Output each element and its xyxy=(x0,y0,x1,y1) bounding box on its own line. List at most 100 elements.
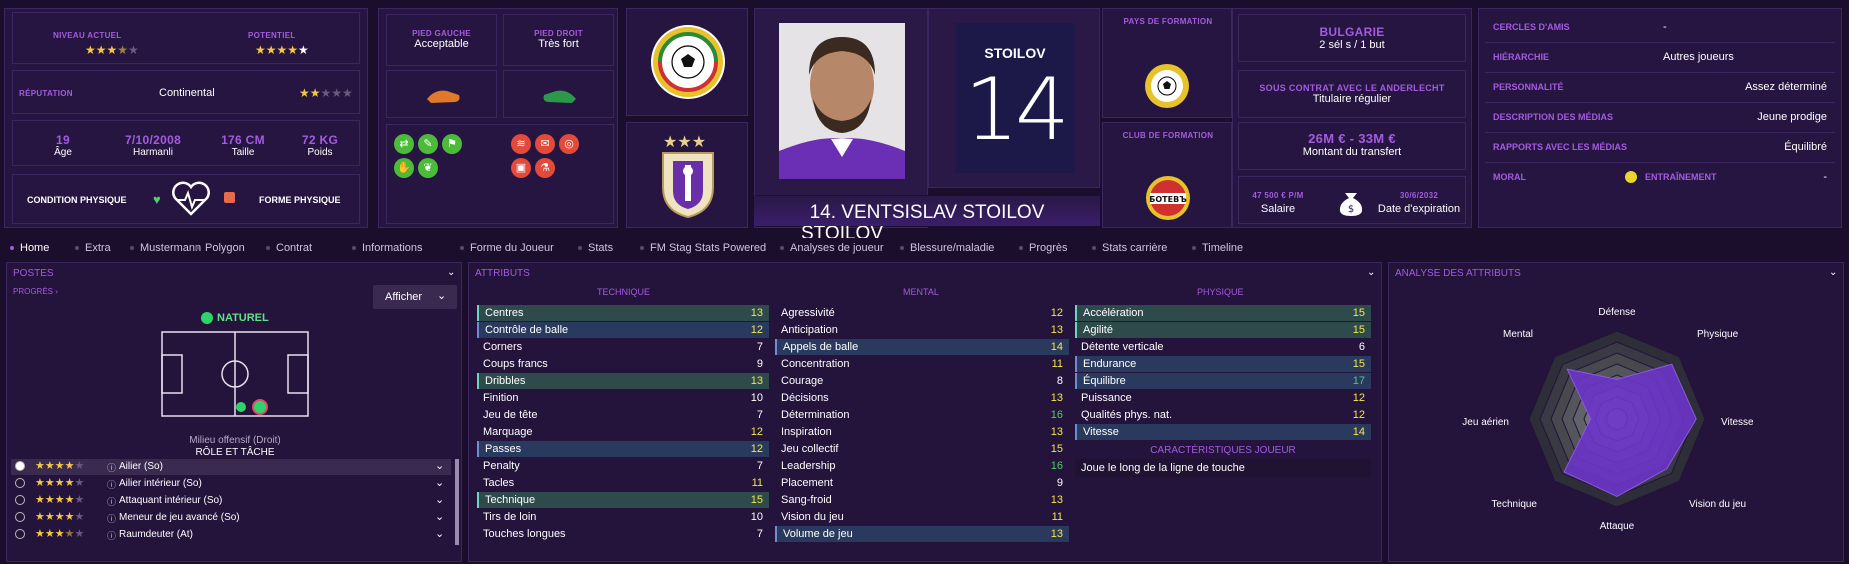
position-dot-natural[interactable] xyxy=(252,399,268,415)
pied-droit-label: PIED DROIT xyxy=(534,29,583,38)
trait-boot-icon[interactable]: ✎ xyxy=(418,134,438,154)
role-radio[interactable] xyxy=(15,478,25,488)
attribute-row[interactable]: Coups francs 9 xyxy=(477,356,769,372)
attribute-value: 7 xyxy=(756,528,763,540)
tab-dot-icon xyxy=(195,246,199,251)
attribute-row[interactable]: Tacles 11 xyxy=(477,475,769,491)
attribute-row[interactable]: Équilibre 17 xyxy=(1075,373,1371,389)
trait-hand-icon[interactable]: ✋ xyxy=(394,158,414,178)
progres-link[interactable]: PROGRÈS › xyxy=(13,287,58,296)
tab-informations[interactable]: Informations xyxy=(352,242,423,254)
attribute-row[interactable]: Concentration 11 xyxy=(775,356,1069,372)
role-chevron-icon[interactable]: ⌄ xyxy=(435,476,444,489)
pays-formation-logo xyxy=(1145,64,1189,108)
trait-dribble-icon[interactable]: ⇄ xyxy=(394,134,414,154)
attribute-row[interactable]: Agilité 15 xyxy=(1075,322,1371,338)
attribute-row[interactable]: Tirs de loin 10 xyxy=(477,509,769,525)
role-row[interactable]: ★★★★★ ⓘ Attaquant intérieur (So) ⌄ xyxy=(11,493,451,509)
trait-briefcase-icon[interactable]: ▣ xyxy=(511,158,531,178)
attribute-row[interactable]: Accélération 15 xyxy=(1075,305,1371,321)
trait-chat-icon[interactable]: ✉ xyxy=(535,134,555,154)
trait-zigzag-icon[interactable]: ≋ xyxy=(511,134,531,154)
attribute-row[interactable]: Décisions 13 xyxy=(775,390,1069,406)
bulgarian-federation-logo xyxy=(651,25,725,99)
role-row[interactable]: ★★★★★ ⓘ Ailier intérieur (So) ⌄ xyxy=(11,476,451,492)
attribute-row[interactable]: Endurance 15 xyxy=(1075,356,1371,372)
attribute-name: Finition xyxy=(483,392,519,404)
attribute-row[interactable]: Corners 7 xyxy=(477,339,769,355)
attribute-row[interactable]: Vitesse 14 xyxy=(1075,424,1371,440)
pitch-diagram[interactable] xyxy=(161,331,309,419)
attribute-row[interactable]: Volume de jeu 13 xyxy=(775,526,1069,542)
chevron-down-icon[interactable]: ⌄ xyxy=(447,267,455,278)
tab-blessure-maladie[interactable]: Blessure/maladie xyxy=(900,242,994,254)
attribute-row[interactable]: Anticipation 13 xyxy=(775,322,1069,338)
role-row[interactable]: ★★★★★ ⓘ Meneur de jeu avancé (So) ⌄ xyxy=(11,510,451,526)
attribute-row[interactable]: Détermination 16 xyxy=(775,407,1069,423)
role-radio[interactable] xyxy=(15,512,25,522)
tab-home[interactable]: Home xyxy=(10,242,49,254)
attribute-row[interactable]: Dribbles 13 xyxy=(477,373,769,389)
attribute-row[interactable]: Détente verticale 6 xyxy=(1075,339,1371,355)
role-radio[interactable] xyxy=(15,529,25,539)
position-dot-alt[interactable] xyxy=(236,402,246,412)
afficher-button[interactable]: Afficher ⌄ xyxy=(373,285,457,309)
attribute-row[interactable]: Jeu de tête 7 xyxy=(477,407,769,423)
attribute-name: Leadership xyxy=(781,460,836,472)
tab-forme-du-joueur[interactable]: Forme du Joueur xyxy=(460,242,554,254)
attribute-row[interactable]: Penalty 7 xyxy=(477,458,769,474)
attribute-row[interactable]: Sang-froid 13 xyxy=(775,492,1069,508)
role-radio[interactable] xyxy=(15,461,25,471)
potentiel-stars: ★★★★★ xyxy=(255,43,309,57)
attribute-row[interactable]: Appels de balle 14 xyxy=(775,339,1069,355)
attribute-row[interactable]: Vision du jeu 11 xyxy=(775,509,1069,525)
role-row[interactable]: ★★★★★ ⓘ Raumdeuter (At) ⌄ xyxy=(11,527,451,543)
roles-scrollbar[interactable] xyxy=(455,459,459,545)
attribute-value: 16 xyxy=(1050,409,1063,421)
trait-flag-icon[interactable]: ⚑ xyxy=(442,134,462,154)
tab-progr-s[interactable]: Progrès xyxy=(1019,242,1068,254)
attribute-row[interactable]: Marquage 12 xyxy=(477,424,769,440)
attribute-row[interactable]: Puissance 12 xyxy=(1075,390,1371,406)
attribute-name: Marquage xyxy=(483,426,533,438)
attribute-value: 13 xyxy=(1050,528,1063,540)
tab-dot-icon xyxy=(352,246,356,251)
tab-mustermann[interactable]: Mustermann xyxy=(130,242,201,254)
tab-polygon[interactable]: Polygon xyxy=(195,242,245,254)
tab-contrat[interactable]: Contrat xyxy=(266,242,312,254)
attribute-row[interactable]: Passes 12 xyxy=(477,441,769,457)
tab-stats-carri-re[interactable]: Stats carrière xyxy=(1092,242,1167,254)
trait-target-icon[interactable]: ◎ xyxy=(559,134,579,154)
tab-analyses-de-joueur[interactable]: Analyses de joueur xyxy=(780,242,884,254)
trait-leaf-icon[interactable]: ❦ xyxy=(418,158,438,178)
attribute-row[interactable]: Technique 15 xyxy=(477,492,769,508)
role-name: Raumdeuter (At) xyxy=(119,529,193,540)
role-radio[interactable] xyxy=(15,495,25,505)
tab-fm-stag-stats-powered[interactable]: FM Stag Stats Powered xyxy=(640,242,766,254)
info-key: HIÉRARCHIE xyxy=(1493,52,1550,62)
attribute-row[interactable]: Courage 8 xyxy=(775,373,1069,389)
attribute-row[interactable]: Jeu collectif 15 xyxy=(775,441,1069,457)
attribute-row[interactable]: Qualités phys. nat. 12 xyxy=(1075,407,1371,423)
afficher-label: Afficher xyxy=(385,291,423,303)
role-chevron-icon[interactable]: ⌄ xyxy=(435,459,444,472)
attributs-chevron-icon[interactable]: ⌄ xyxy=(1367,267,1375,278)
attribute-row[interactable]: Finition 10 xyxy=(477,390,769,406)
role-chevron-icon[interactable]: ⌄ xyxy=(435,527,444,540)
attribute-row[interactable]: Touches longues 7 xyxy=(477,526,769,542)
tab-extra[interactable]: Extra xyxy=(75,242,111,254)
attribute-row[interactable]: Inspiration 13 xyxy=(775,424,1069,440)
attribute-row[interactable]: Agressivité 12 xyxy=(775,305,1069,321)
attribute-name: Tirs de loin xyxy=(483,511,537,523)
tab-stats[interactable]: Stats xyxy=(578,242,613,254)
attribute-row[interactable]: Centres 13 xyxy=(477,305,769,321)
attribute-row[interactable]: Placement 9 xyxy=(775,475,1069,491)
tab-timeline[interactable]: Timeline xyxy=(1192,242,1243,254)
attribute-row[interactable]: Contrôle de balle 12 xyxy=(477,322,769,338)
trait-flask-icon[interactable]: ⚗ xyxy=(535,158,555,178)
attribute-row[interactable]: Leadership 16 xyxy=(775,458,1069,474)
role-chevron-icon[interactable]: ⌄ xyxy=(435,493,444,506)
attribute-name: Centres xyxy=(485,307,524,319)
role-row[interactable]: ★★★★★ ⓘ Ailier (So) ⌄ xyxy=(11,459,451,475)
role-chevron-icon[interactable]: ⌄ xyxy=(435,510,444,523)
